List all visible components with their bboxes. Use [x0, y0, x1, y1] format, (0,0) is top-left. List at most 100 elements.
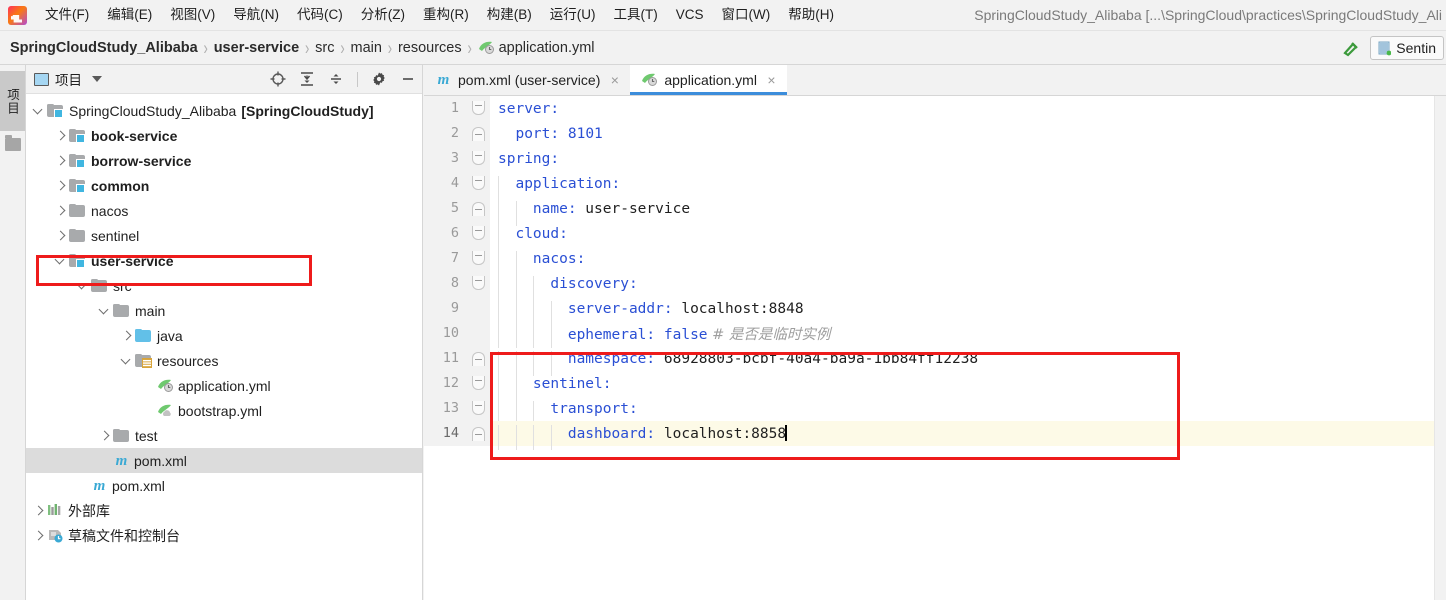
code-line[interactable]: 3 spring: — [424, 146, 1446, 171]
menu-help[interactable]: 帮助(H) — [779, 3, 843, 27]
tree-node-resources[interactable]: resources — [26, 348, 422, 373]
tree-node-common[interactable]: common — [26, 173, 422, 198]
chevron-down-icon[interactable] — [54, 254, 67, 267]
fold-end-icon[interactable] — [472, 427, 485, 441]
expand-all-icon[interactable] — [299, 71, 315, 87]
code-folding-gutter[interactable] — [466, 271, 490, 296]
code-folding-gutter[interactable] — [466, 246, 490, 271]
chevron-right-icon[interactable] — [54, 179, 67, 192]
code-folding-gutter[interactable] — [466, 371, 490, 396]
tree-node-bootstrap-yml[interactable]: bootstrap.yml — [26, 398, 422, 423]
tree-node-borrow-service[interactable]: borrow-service — [26, 148, 422, 173]
tab-application-yml[interactable]: application.yml × — [630, 65, 787, 95]
menu-file[interactable]: 文件(F) — [36, 3, 98, 27]
code-folding-gutter[interactable] — [466, 321, 490, 346]
settings-gear-icon[interactable] — [371, 71, 387, 87]
menu-vcs[interactable]: VCS — [667, 3, 713, 27]
chevron-down-icon[interactable] — [98, 304, 111, 317]
locate-icon[interactable] — [270, 71, 286, 87]
build-hammer-icon[interactable] — [1340, 37, 1362, 59]
menu-tools[interactable]: 工具(T) — [605, 3, 667, 27]
fold-collapse-icon[interactable] — [472, 101, 485, 115]
tree-node-nacos[interactable]: nacos — [26, 198, 422, 223]
menu-run[interactable]: 运行(U) — [541, 3, 605, 27]
code-folding-gutter[interactable] — [466, 221, 490, 246]
chevron-right-icon[interactable] — [98, 429, 111, 442]
fold-collapse-icon[interactable] — [472, 151, 485, 165]
fold-collapse-icon[interactable] — [472, 276, 485, 290]
code-line[interactable]: 9 server-addr: localhost:8848 — [424, 296, 1446, 326]
fold-end-icon[interactable] — [472, 127, 485, 141]
close-icon[interactable]: × — [608, 73, 621, 87]
chevron-right-icon[interactable] — [54, 129, 67, 142]
code-folding-gutter[interactable] — [466, 346, 490, 371]
tree-node-sentinel[interactable]: sentinel — [26, 223, 422, 248]
tree-node-external-libraries[interactable]: 外部库 — [26, 498, 422, 523]
breadcrumb-item-application-yml[interactable]: application.yml — [478, 40, 595, 56]
code-line[interactable]: 13 transport: — [424, 396, 1446, 426]
tree-node-java[interactable]: java — [26, 323, 422, 348]
fold-collapse-icon[interactable] — [472, 251, 485, 265]
tree-node-root[interactable]: SpringCloudStudy_Alibaba [SpringCloudStud… — [26, 98, 422, 123]
code-folding-gutter[interactable] — [466, 121, 490, 146]
hide-minimize-icon[interactable] — [400, 71, 416, 87]
chevron-right-icon[interactable] — [120, 329, 133, 342]
fold-end-icon[interactable] — [472, 352, 485, 366]
code-folding-gutter[interactable] — [466, 171, 490, 196]
fold-collapse-icon[interactable] — [472, 401, 485, 415]
tree-node-test[interactable]: test — [26, 423, 422, 448]
menu-refactor[interactable]: 重构(R) — [414, 3, 478, 27]
menu-window[interactable]: 窗口(W) — [713, 3, 780, 27]
menu-analyze[interactable]: 分析(Z) — [352, 3, 414, 27]
chevron-right-icon[interactable] — [32, 504, 45, 517]
menu-edit[interactable]: 编辑(E) — [98, 3, 161, 27]
chevron-down-icon[interactable] — [120, 354, 133, 367]
breadcrumb-item-user-service[interactable]: user-service — [214, 40, 299, 56]
code-line[interactable]: 14 dashboard: localhost:8858 — [424, 421, 1446, 450]
code-folding-gutter[interactable] — [466, 96, 490, 121]
tree-node-application-yml[interactable]: application.yml — [26, 373, 422, 398]
chevron-down-icon[interactable] — [32, 104, 45, 117]
code-folding-gutter[interactable] — [466, 146, 490, 171]
run-configuration-selector[interactable]: Sentin — [1370, 36, 1444, 60]
folder-icon[interactable] — [5, 135, 21, 151]
chevron-right-icon[interactable] — [32, 529, 45, 542]
fold-collapse-icon[interactable] — [472, 176, 485, 190]
fold-collapse-icon[interactable] — [472, 226, 485, 240]
code-line[interactable]: 5 name: user-service — [424, 196, 1446, 226]
chevron-down-icon[interactable] — [92, 76, 102, 82]
collapse-all-icon[interactable] — [328, 71, 344, 87]
code-lines[interactable]: 1 server: 2 port: 8101 3 spring: 4 applicatio… — [424, 96, 1446, 450]
tab-pom-xml[interactable]: m pom.xml (user-service) × — [424, 65, 630, 95]
code-folding-gutter[interactable] — [466, 421, 490, 446]
chevron-right-icon[interactable] — [54, 154, 67, 167]
code-line[interactable]: 8 discovery: — [424, 271, 1446, 301]
chevron-right-icon[interactable] — [54, 204, 67, 217]
project-panel-title[interactable]: 项目 — [34, 69, 102, 89]
fold-collapse-icon[interactable] — [472, 376, 485, 390]
code-line[interactable]: 10 ephemeral: false # 是否是临时实例 — [424, 321, 1446, 348]
code-folding-gutter[interactable] — [466, 196, 490, 221]
menu-view[interactable]: 视图(V) — [161, 3, 224, 27]
tree-node-user-service-pom[interactable]: m pom.xml — [26, 448, 422, 473]
code-line[interactable]: 12 sentinel: — [424, 371, 1446, 401]
tree-node-user-service[interactable]: user-service — [26, 248, 422, 273]
tool-window-button-project[interactable]: 项目 — [0, 71, 25, 131]
code-line[interactable]: 7 nacos: — [424, 246, 1446, 276]
tree-node-main[interactable]: main — [26, 298, 422, 323]
menu-code[interactable]: 代码(C) — [288, 3, 352, 27]
breadcrumb-item-main[interactable]: main — [351, 40, 382, 56]
breadcrumb-item-src[interactable]: src — [315, 40, 334, 56]
menu-navigate[interactable]: 导航(N) — [224, 3, 288, 27]
tree-node-src[interactable]: src — [26, 273, 422, 298]
code-line[interactable]: 1 server: — [424, 96, 1446, 121]
code-folding-gutter[interactable] — [466, 296, 490, 321]
editor-content[interactable]: 1 server: 2 port: 8101 3 spring: 4 applicatio… — [424, 96, 1446, 600]
tree-node-root-pom[interactable]: m pom.xml — [26, 473, 422, 498]
chevron-right-icon[interactable] — [54, 229, 67, 242]
menu-build[interactable]: 构建(B) — [478, 3, 541, 27]
code-line[interactable]: 4 application: — [424, 171, 1446, 201]
tree-node-book-service[interactable]: book-service — [26, 123, 422, 148]
chevron-down-icon[interactable] — [76, 279, 89, 292]
breadcrumb-item-springcloudstudy-alibaba[interactable]: SpringCloudStudy_Alibaba — [10, 40, 198, 56]
